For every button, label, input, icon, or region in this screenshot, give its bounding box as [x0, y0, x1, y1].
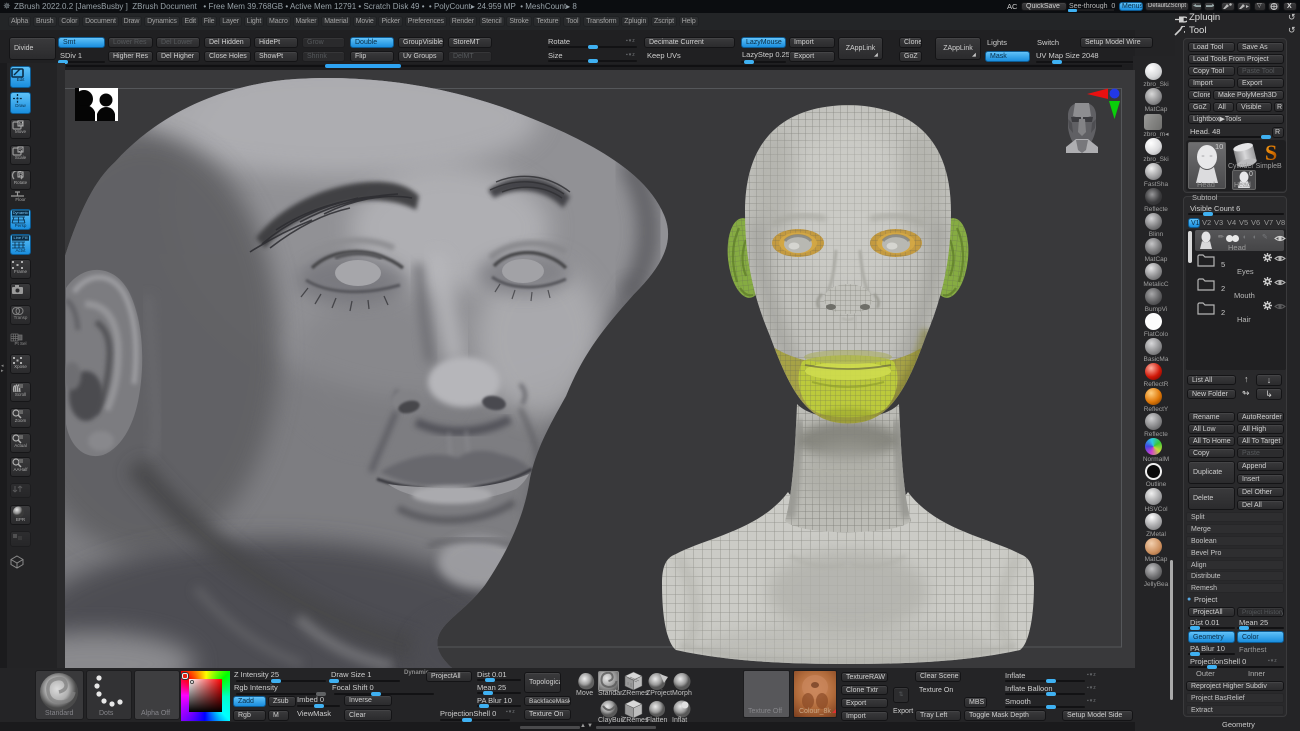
svg-text:S: S [1265, 141, 1277, 165]
svg-text:M: M [19, 122, 23, 128]
svg-text:R: R [19, 173, 23, 179]
